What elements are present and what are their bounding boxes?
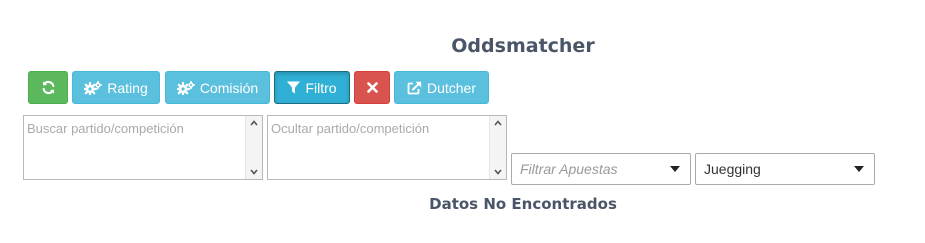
refresh-button[interactable]	[28, 71, 68, 104]
clear-button[interactable]	[354, 71, 390, 104]
comision-button[interactable]: Comisión	[165, 71, 270, 104]
scroll-down-icon[interactable]	[250, 169, 258, 175]
no-data-message: Datos No Encontrados	[429, 195, 617, 213]
cogs-icon	[84, 80, 103, 95]
filtro-button[interactable]: Filtro	[274, 71, 350, 104]
buscar-partido-textarea[interactable]: Buscar partido/competición	[23, 115, 263, 180]
scroll-up-icon[interactable]	[494, 120, 502, 126]
buscar-placeholder: Buscar partido/competición	[27, 121, 184, 136]
scroll-down-icon[interactable]	[494, 169, 502, 175]
ocultar-partido-textarea[interactable]: Ocultar partido/competición	[267, 115, 507, 180]
scrollbar[interactable]	[245, 116, 262, 179]
close-icon	[366, 82, 378, 93]
site-select[interactable]: Juegging	[695, 153, 875, 185]
filtro-label: Filtro	[305, 79, 337, 96]
filtrar-apuestas-placeholder: Filtrar Apuestas	[520, 161, 618, 177]
scrollbar[interactable]	[489, 116, 506, 179]
ocultar-placeholder: Ocultar partido/competición	[271, 121, 430, 136]
external-link-icon	[407, 81, 422, 95]
page-title: Oddsmatcher	[451, 35, 595, 57]
comision-label: Comisión	[199, 79, 259, 96]
dutcher-label: Dutcher	[426, 79, 477, 96]
site-selected-value: Juegging	[704, 161, 761, 177]
caret-down-icon	[670, 166, 680, 172]
rating-button[interactable]: Rating	[72, 71, 160, 104]
filter-icon	[287, 81, 301, 94]
scroll-up-icon[interactable]	[250, 120, 258, 126]
rating-label: Rating	[107, 79, 148, 96]
caret-down-icon	[854, 166, 864, 172]
filtrar-apuestas-select[interactable]: Filtrar Apuestas	[511, 153, 691, 185]
cogs-icon	[176, 80, 195, 95]
refresh-icon	[41, 80, 56, 95]
dutcher-button[interactable]: Dutcher	[394, 71, 489, 104]
